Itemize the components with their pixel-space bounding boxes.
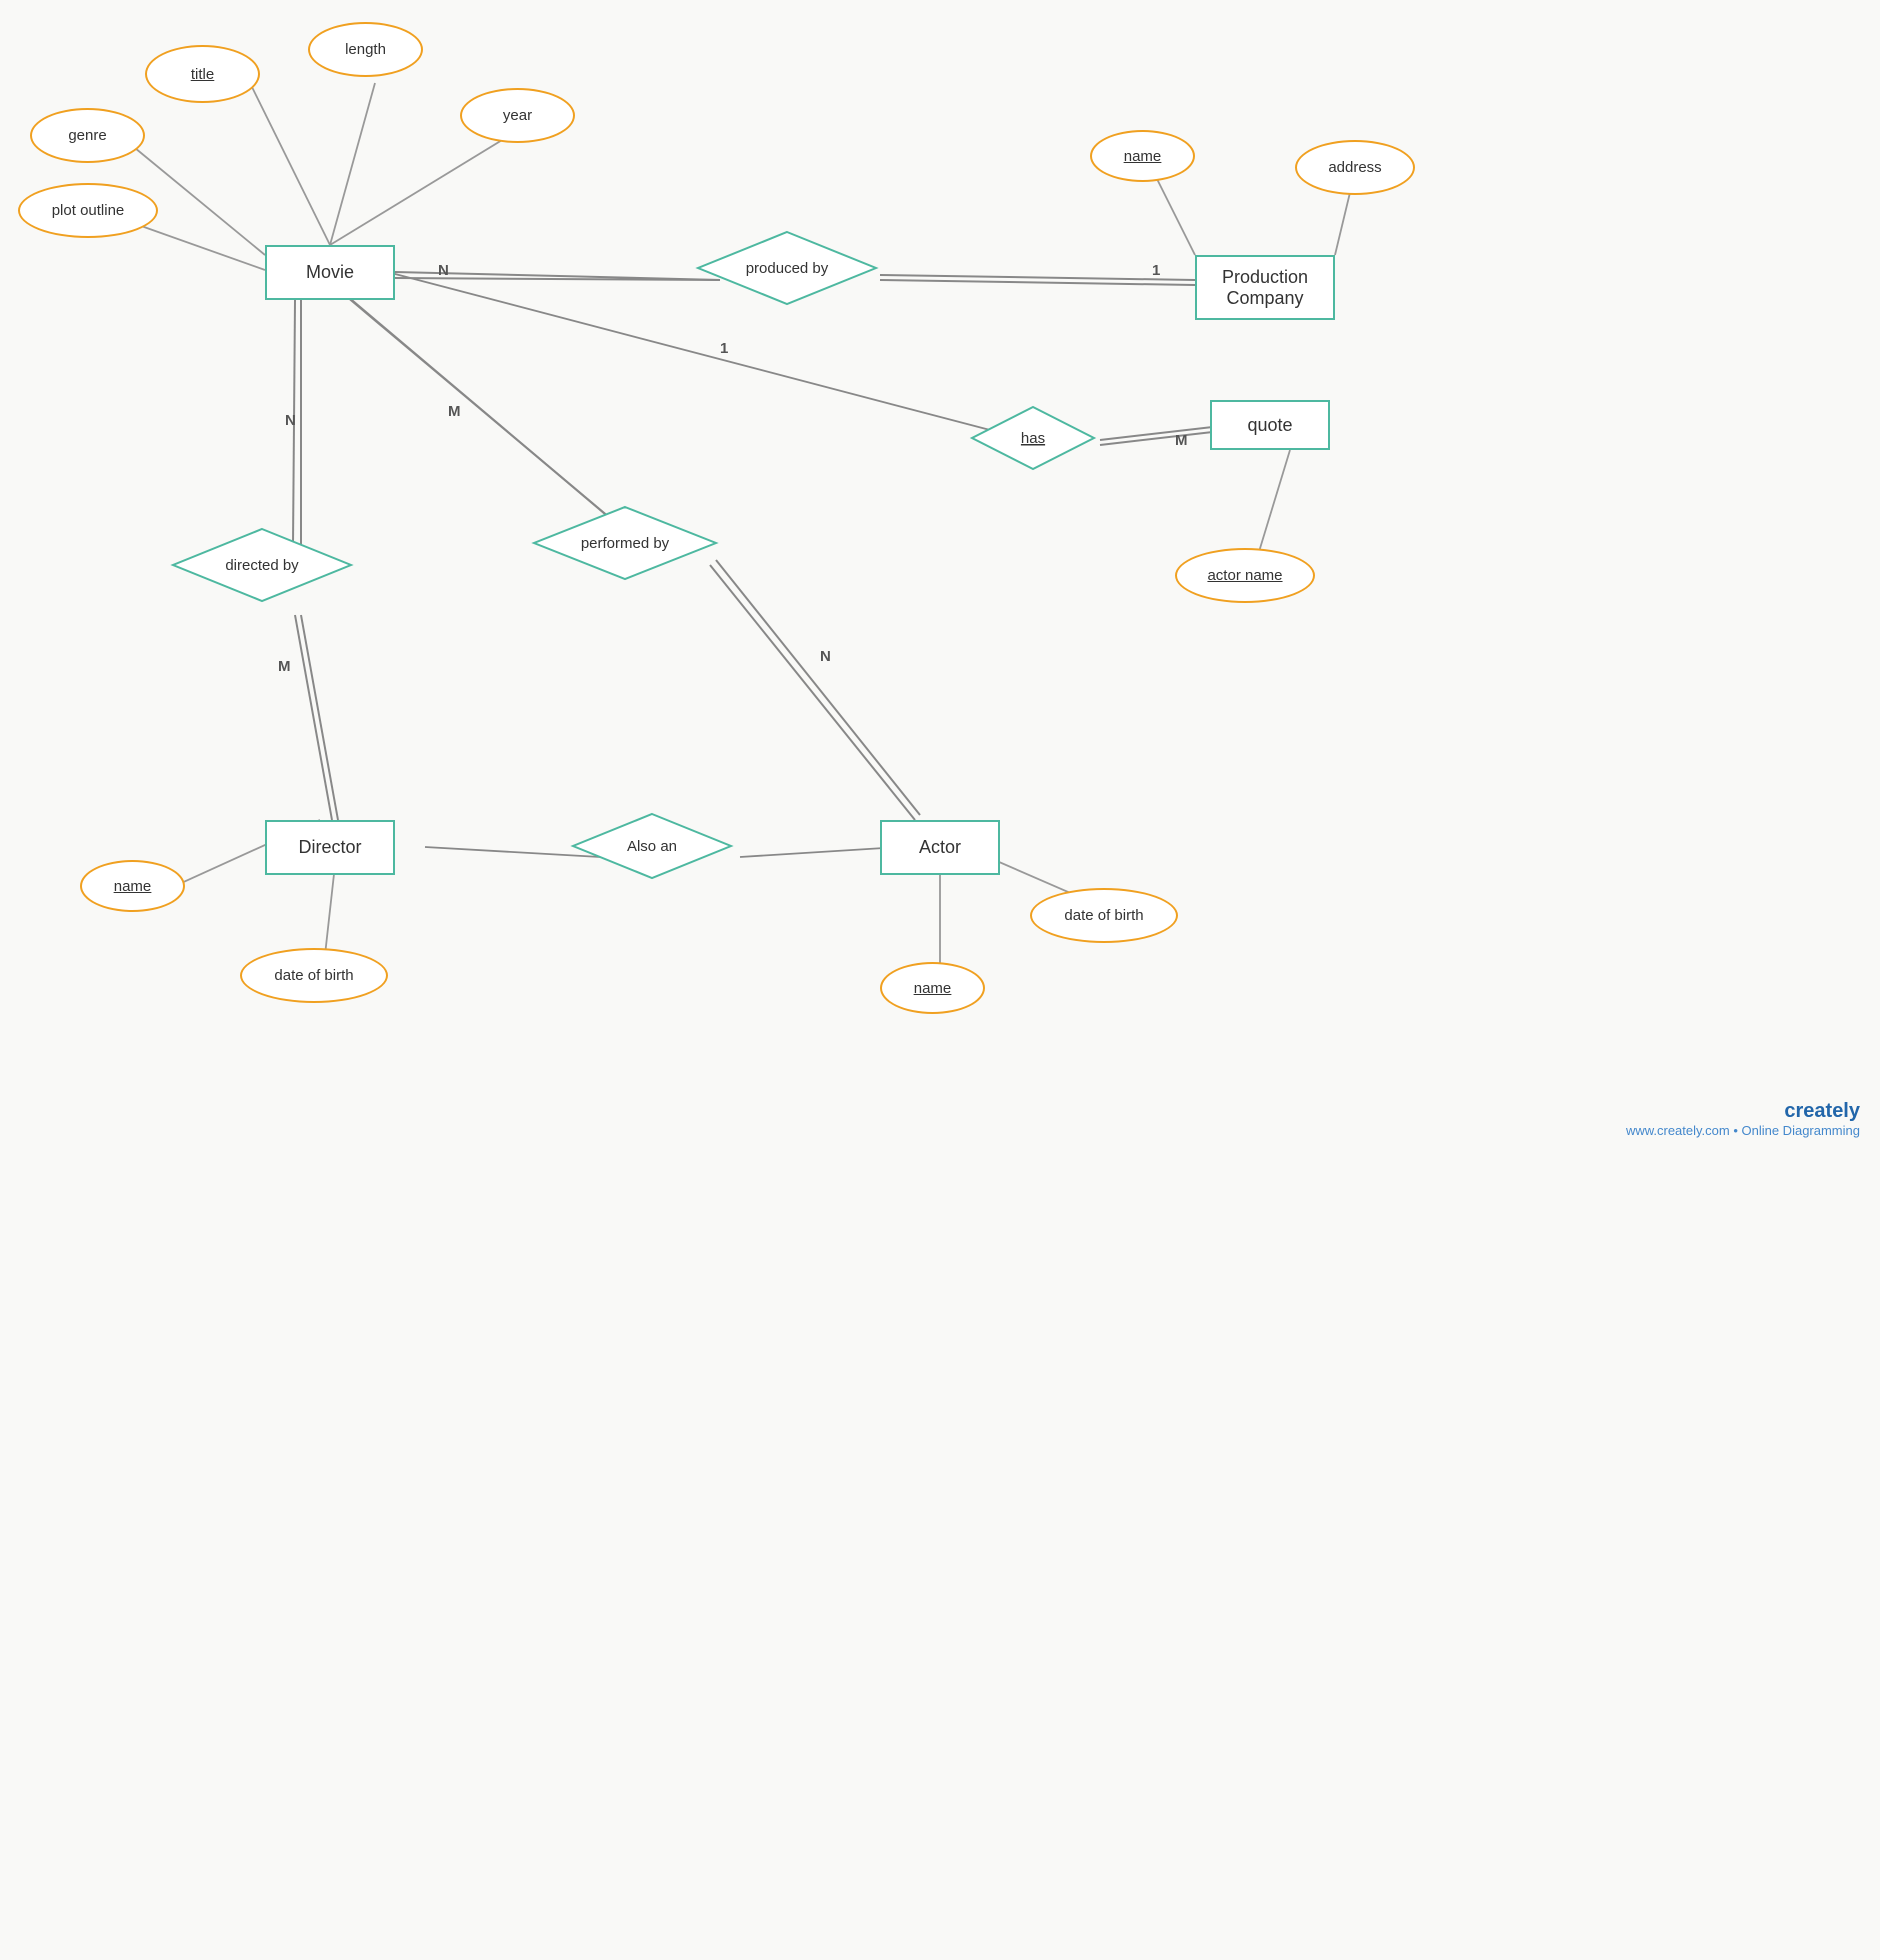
relationship-performed-by: performed by: [530, 503, 720, 583]
attribute-title-label: title: [191, 66, 214, 83]
relationship-has: has: [968, 403, 1098, 473]
multiplicity-pc-produced-1: 1: [1152, 262, 1160, 279]
svg-text:Also an: Also an: [627, 838, 677, 855]
relationship-also-an: Also an: [570, 810, 735, 882]
attribute-year-label: year: [503, 107, 532, 124]
multiplicity-director-directed-m: M: [278, 658, 291, 675]
attribute-length: length: [308, 22, 423, 77]
entity-movie: Movie: [265, 245, 395, 300]
multiplicity-movie-performed-m: M: [448, 403, 461, 420]
creately-logo: creately www.creately.com • Online Diagr…: [1626, 1100, 1860, 1138]
svg-text:has: has: [1021, 430, 1045, 447]
attribute-title: title: [145, 45, 260, 103]
attribute-pc-name-label: name: [1124, 148, 1162, 165]
attribute-plot-outline: plot outline: [18, 183, 158, 238]
relationship-directed-by: directed by: [170, 525, 355, 605]
attribute-pc-name: name: [1090, 130, 1195, 182]
attribute-plot-outline-label: plot outline: [52, 202, 125, 219]
svg-text:directed by: directed by: [225, 557, 299, 574]
multiplicity-movie-directed-n: N: [285, 412, 296, 429]
svg-text:performed by: performed by: [581, 535, 670, 552]
relationship-produced-by: produced by: [695, 228, 880, 308]
multiplicity-quote-has-m: M: [1175, 432, 1188, 449]
multiplicity-actor-performed-n: N: [820, 648, 831, 665]
multiplicity-movie-has-1: 1: [720, 340, 728, 357]
entity-movie-label: Movie: [306, 262, 354, 283]
creately-brand: creately: [1626, 1100, 1860, 1123]
multiplicity-movie-produced-n: N: [438, 262, 449, 279]
attribute-pc-address-label: address: [1328, 159, 1381, 176]
attribute-genre: genre: [30, 108, 145, 163]
attribute-year: year: [460, 88, 575, 143]
attribute-length-label: length: [345, 41, 386, 58]
svg-text:produced by: produced by: [746, 260, 829, 277]
attribute-director-name-label: name: [114, 878, 152, 895]
attribute-genre-label: genre: [68, 127, 106, 144]
attribute-pc-address: address: [1295, 140, 1415, 195]
creately-tagline: www.creately.com • Online Diagramming: [1626, 1123, 1860, 1138]
